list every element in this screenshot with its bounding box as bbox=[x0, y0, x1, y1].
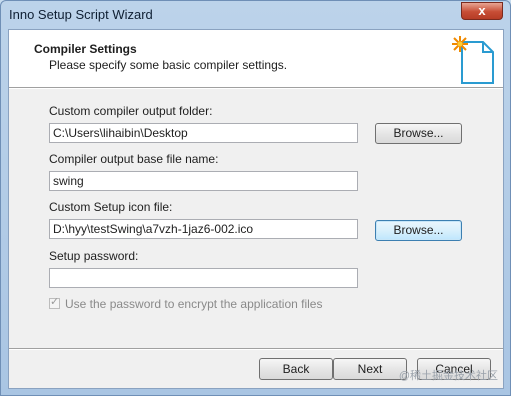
icon-file-input[interactable]: D:\hyy\testSwing\a7vzh-1jaz6-002.ico bbox=[49, 219, 358, 239]
output-folder-label: Custom compiler output folder: bbox=[49, 104, 213, 118]
encrypt-checkbox bbox=[49, 295, 60, 309]
wizard-window: Inno Setup Script Wizard x Compiler Sett… bbox=[0, 0, 511, 396]
page-subtitle: Please specify some basic compiler setti… bbox=[49, 58, 288, 72]
output-folder-input[interactable]: C:\Users\lihaibin\Desktop bbox=[49, 123, 358, 143]
wizard-page-icon bbox=[452, 36, 494, 84]
page-title: Compiler Settings bbox=[34, 42, 137, 56]
watermark: @稀土掘金技术社区 bbox=[398, 370, 498, 382]
close-icon: x bbox=[478, 3, 486, 18]
browse-icon-file-button[interactable]: Browse... bbox=[375, 220, 462, 241]
window-title: Inno Setup Script Wizard bbox=[9, 7, 153, 22]
icon-file-label: Custom Setup icon file: bbox=[49, 200, 173, 214]
page-header: Compiler Settings Please specify some ba… bbox=[9, 30, 503, 87]
password-input[interactable] bbox=[49, 268, 358, 288]
browse-output-folder-button[interactable]: Browse... bbox=[375, 123, 462, 144]
encrypt-checkbox-label: Use the password to encrypt the applicat… bbox=[65, 297, 323, 311]
base-filename-label: Compiler output base file name: bbox=[49, 152, 219, 166]
close-button[interactable]: x bbox=[461, 2, 503, 20]
header-divider bbox=[9, 87, 503, 89]
base-filename-input[interactable]: swing bbox=[49, 171, 358, 191]
password-label: Setup password: bbox=[49, 249, 139, 263]
wizard-client-area: Compiler Settings Please specify some ba… bbox=[8, 29, 504, 389]
back-button[interactable]: Back bbox=[259, 358, 333, 380]
footer-divider bbox=[9, 348, 503, 350]
next-button[interactable]: Next bbox=[333, 358, 407, 380]
